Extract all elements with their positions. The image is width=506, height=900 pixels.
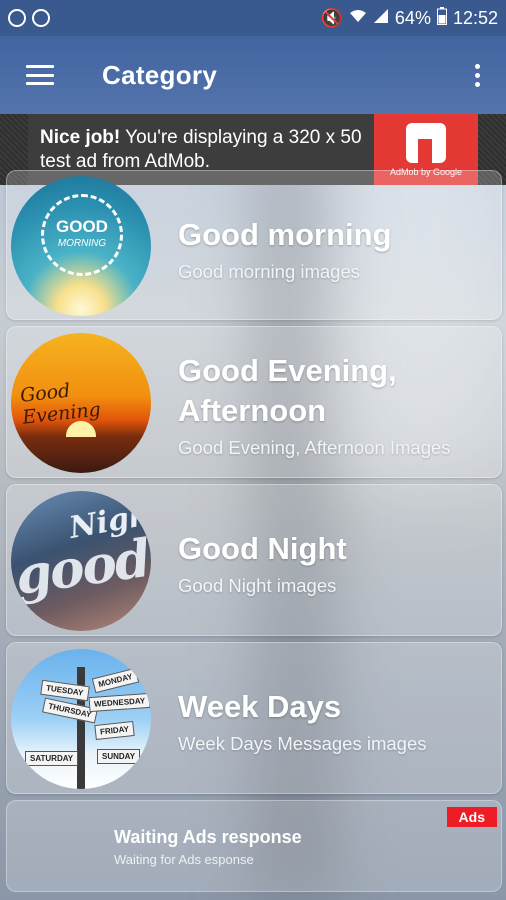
category-card-good-night[interactable]: Night good Good Night Good Night images <box>6 484 502 636</box>
ad-card-title: Waiting Ads response <box>114 827 302 847</box>
good-night-thumbnail: Night good <box>11 491 151 631</box>
status-bar: 🔇 64% 12:52 <box>0 0 506 36</box>
admob-icon <box>406 122 446 163</box>
good-morning-thumbnail: GOOD MORNING <box>11 176 151 316</box>
ad-banner-text: Nice job! You're displaying a 320 x 50 t… <box>40 126 362 172</box>
battery-icon <box>436 6 447 30</box>
signal-icon <box>373 8 389 29</box>
good-evening-thumbnail: Good Evening <box>11 333 151 473</box>
category-title: Good morning <box>178 217 392 252</box>
app-notification-icon <box>8 9 26 27</box>
category-title: Good Evening, Afternoon <box>178 353 397 428</box>
page-title: Category <box>102 59 218 90</box>
ads-badge: Ads <box>446 807 497 827</box>
category-subtitle: Good Evening, Afternoon Images <box>178 437 451 458</box>
category-card-week-days[interactable]: TUESDAY MONDAY THURSDAY WEDNESDAY FRIDAY… <box>6 642 502 794</box>
category-card-good-evening[interactable]: Good Evening Good Evening, Afternoon Goo… <box>6 326 502 478</box>
mute-icon: 🔇 <box>320 7 343 28</box>
sync-icon <box>32 9 50 27</box>
ad-card-subtitle: Waiting for Ads esponse <box>114 852 254 867</box>
battery-text: 64% <box>394 7 431 28</box>
category-subtitle: Good Night images <box>178 575 337 596</box>
category-title: Good Night <box>178 531 347 566</box>
hamburger-menu-icon[interactable] <box>26 65 54 85</box>
app-bar: Category <box>0 36 506 114</box>
category-subtitle: Week Days Messages images <box>178 733 427 754</box>
native-ad-card[interactable]: Ads Waiting Ads response Waiting for Ads… <box>6 800 502 892</box>
category-card-good-morning[interactable]: GOOD MORNING Good morning Good morning im… <box>6 170 502 320</box>
more-vert-icon[interactable] <box>475 63 480 87</box>
category-title: Week Days <box>178 689 342 724</box>
category-subtitle: Good morning images <box>178 261 361 282</box>
week-days-thumbnail: TUESDAY MONDAY THURSDAY WEDNESDAY FRIDAY… <box>11 649 151 789</box>
wifi-icon <box>349 8 367 29</box>
clock: 12:52 <box>452 7 498 28</box>
